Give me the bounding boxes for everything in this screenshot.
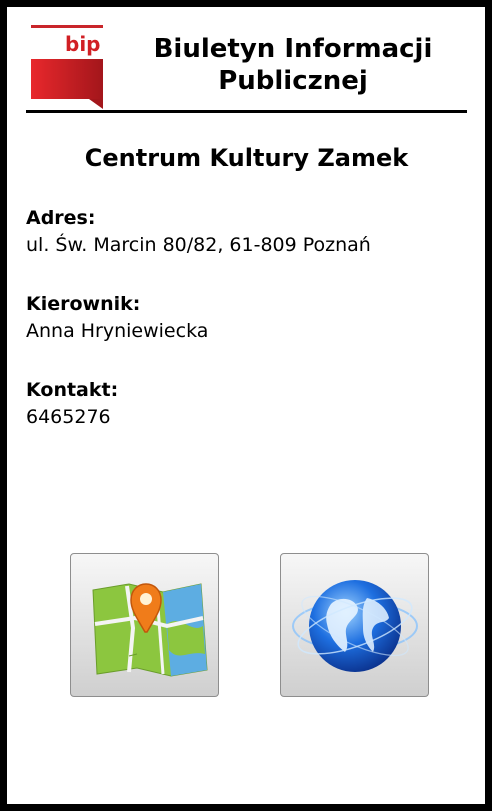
address-value: ul. Św. Marcin 80/82, 61-809 Poznań (26, 234, 371, 256)
address-label: Adres: (26, 207, 96, 229)
address-field: Adres: ul. Św. Marcin 80/82, 61-809 Pozn… (26, 205, 467, 259)
map-button[interactable] (70, 553, 219, 697)
contact-value[interactable]: 6465276 (26, 403, 467, 431)
map-pin-icon (92, 583, 208, 677)
app-header: bip Biuletyn Informacji Publicznej (26, 25, 466, 111)
manager-label: Kierownik: (26, 293, 141, 315)
manager-value: Anna Hryniewiecka (26, 320, 209, 342)
header-divider (26, 110, 467, 113)
website-button[interactable] (280, 553, 429, 697)
app-screen: bip Biuletyn Informacji Publicznej Centr… (7, 7, 485, 804)
header-title: Biuletyn Informacji Publicznej (153, 34, 433, 96)
globe-icon (292, 580, 418, 672)
organization-name: Centrum Kultury Zamek (84, 144, 409, 172)
manager-field: Kierownik: Anna Hryniewiecka (26, 291, 467, 345)
contact-label: Kontakt: (26, 379, 119, 401)
bip-logo-text: bip (65, 32, 101, 56)
bip-logo: bip (31, 25, 103, 109)
contact-field: Kontakt: 6465276 (26, 377, 467, 431)
